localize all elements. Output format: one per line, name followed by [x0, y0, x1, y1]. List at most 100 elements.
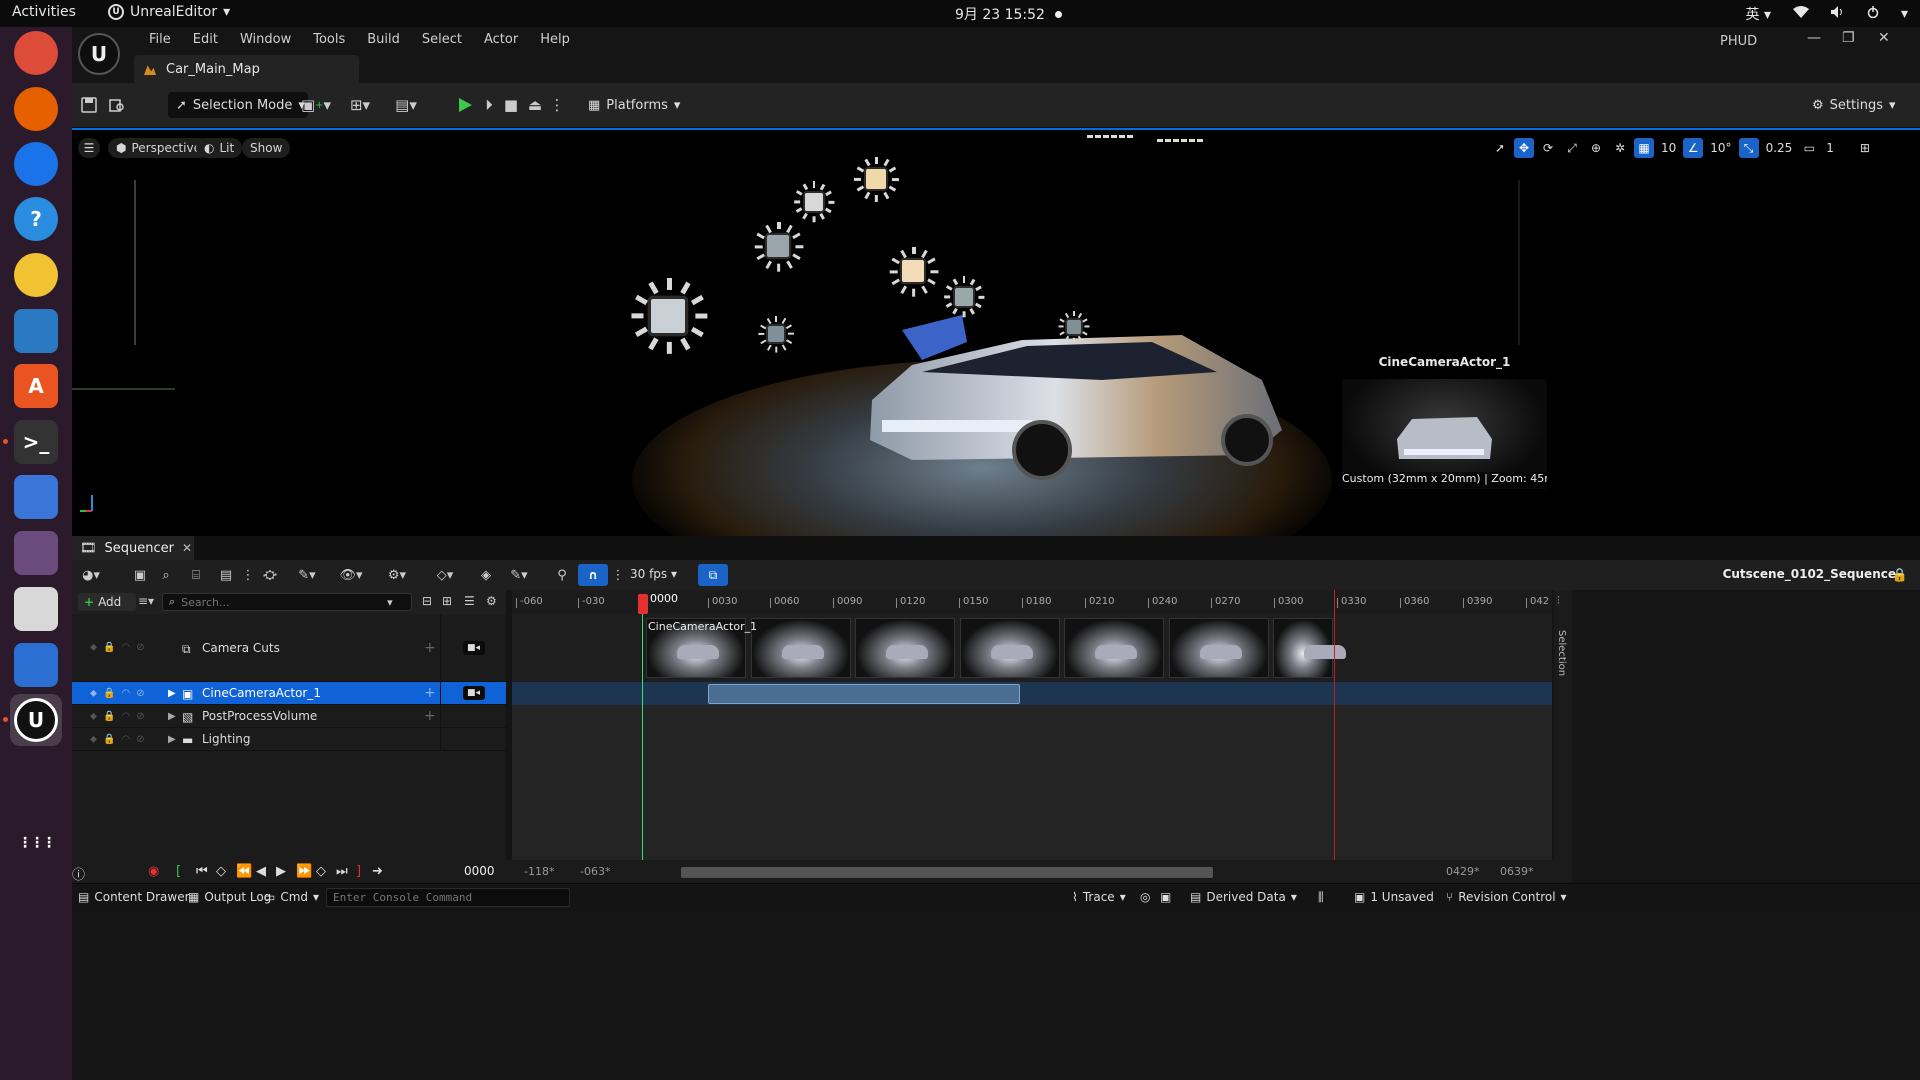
scale-snap-value[interactable]: 0.25	[1763, 141, 1796, 155]
add-icon[interactable]: +	[424, 685, 436, 701]
app-menu[interactable]: U UnrealEditor ▾	[108, 4, 230, 20]
save-icon[interactable]	[78, 94, 100, 116]
track-row-camera-cuts[interactable]: ⬥ 🔒 ◠ ⊘ ⧉ Camera Cuts + ■◂	[72, 614, 506, 682]
chevron-down-icon[interactable]: ▾	[1901, 6, 1908, 22]
list-icon[interactable]: ☰	[464, 594, 475, 608]
dock-item[interactable]	[10, 249, 62, 301]
platforms-dropdown[interactable]: ▦ Platforms ▾	[588, 92, 680, 118]
select-tool-icon[interactable]: ➚	[1490, 138, 1510, 158]
view-options-icon[interactable]: 👁▾	[336, 566, 366, 584]
input-method[interactable]: 英 ▾	[1745, 4, 1770, 24]
surface-snap-icon[interactable]: ✲	[1610, 138, 1630, 158]
sliders-icon[interactable]: ⫶	[1557, 594, 1560, 608]
show-button[interactable]: Show	[242, 138, 291, 158]
menu-edit[interactable]: Edit	[182, 32, 229, 47]
save-icon[interactable]: ▣	[130, 566, 150, 584]
fps-dropdown[interactable]: 30 fps ▾	[630, 567, 677, 581]
marker-icon[interactable]: ⚲	[552, 566, 572, 584]
headphones-icon[interactable]: ◠	[121, 734, 130, 745]
working-range-end[interactable]: 0429*	[1446, 865, 1480, 878]
unsaved-button[interactable]: ▣ 1 Unsaved	[1354, 890, 1434, 904]
restore-icon[interactable]: ❐	[1842, 30, 1855, 46]
light-gizmo-icon[interactable]	[752, 220, 805, 273]
pin-icon[interactable]: ⬥	[90, 711, 97, 722]
menu-select[interactable]: Select	[411, 32, 473, 47]
add-icon[interactable]: +	[424, 640, 436, 656]
pin-icon[interactable]: ⬥	[90, 642, 97, 653]
dock-item[interactable]: ⋮⋮⋮	[10, 817, 62, 869]
blueprint-icon[interactable]: ⊞▾	[342, 94, 378, 116]
light-gizmo-icon[interactable]	[1057, 310, 1091, 344]
dock-item[interactable]	[10, 639, 62, 691]
next-key-icon[interactable]: ◇	[316, 864, 326, 879]
level-viewport[interactable]: ☰ ⬢ Perspective ◐ Lit Show ➚ ✥ ⟳ ⤢ ⊕ ✲ ▦…	[72, 128, 1920, 536]
tools-icon[interactable]: ✎▾	[292, 566, 322, 584]
world-space-icon[interactable]: ⊕	[1586, 138, 1606, 158]
lock-icon[interactable]: 🔒	[1890, 566, 1910, 584]
pin-icon[interactable]: ⬥	[90, 734, 97, 745]
loop-icon[interactable]: ➜	[372, 864, 383, 879]
current-frame[interactable]: 0000	[464, 864, 495, 878]
menu-actor[interactable]: Actor	[473, 32, 529, 47]
minimize-icon[interactable]: —	[1807, 30, 1821, 46]
headphones-icon[interactable]: ◠	[121, 688, 130, 699]
grid-snap-value[interactable]: 10	[1658, 141, 1679, 155]
play-button[interactable]	[454, 94, 476, 116]
revision-control-dropdown[interactable]: ⑂ Revision Control ▾	[1446, 890, 1567, 904]
expand-icon[interactable]: ⊞	[442, 594, 452, 608]
browse-icon[interactable]: ⌕	[156, 566, 176, 584]
dock-item[interactable]	[10, 471, 62, 523]
clock[interactable]: 9月 23 15:52	[955, 4, 1062, 24]
step-forward-icon[interactable]: ⏵	[478, 94, 500, 116]
playback-end-marker[interactable]	[1334, 590, 1335, 860]
timeline-scrollbar[interactable]	[681, 867, 1213, 878]
menu-tools[interactable]: Tools	[302, 32, 356, 47]
add-actor-icon[interactable]: ▣ + ▾	[298, 94, 334, 116]
selection-tab[interactable]: Selection	[1556, 630, 1567, 676]
rotate-tool-icon[interactable]: ⟳	[1538, 138, 1558, 158]
sequencer-timeline[interactable]: -060 -030 0030 0060 0090 0120 0150 0180 0210 0240…	[512, 590, 1552, 860]
headphones-icon[interactable]: ◠	[121, 642, 130, 653]
edit-icon[interactable]: ✎▾	[504, 566, 534, 584]
render-icon[interactable]: ⌸	[186, 566, 206, 584]
light-gizmo-icon[interactable]	[852, 155, 900, 203]
view-range-end[interactable]: 0639*	[1500, 865, 1534, 878]
selection-mode-dropdown[interactable]: ➚ Selection Mode ▾	[168, 92, 308, 118]
clapboard-icon[interactable]: ▤	[216, 566, 236, 584]
console-input[interactable]	[327, 889, 569, 906]
dock-item[interactable]	[10, 27, 62, 79]
snapshot-icon[interactable]: ▣	[1160, 890, 1171, 904]
volume-icon[interactable]	[1830, 6, 1845, 22]
cmd-dropdown[interactable]: ▭ Cmd ▾	[264, 890, 319, 904]
dock-item[interactable]: U	[10, 694, 62, 746]
playback-options-icon[interactable]: ⚙▾	[382, 566, 412, 584]
pin-icon[interactable]: ⬥	[90, 688, 97, 699]
gear-icon[interactable]: ⚙	[486, 594, 497, 608]
expand-arrow-icon[interactable]: ▶	[168, 688, 176, 699]
more-options-icon[interactable]: ⋮	[608, 566, 628, 584]
layout-icon[interactable]: ⊞	[1855, 138, 1875, 158]
settings-dropdown[interactable]: ⚙ Settings ▾	[1812, 92, 1896, 118]
record-icon[interactable]: ◉	[148, 864, 159, 879]
lock-icon[interactable]: 🔒	[103, 734, 115, 745]
disable-icon[interactable]: ⊘	[136, 642, 144, 653]
curve-editor-icon[interactable]: ⧉	[698, 564, 728, 586]
menu-help[interactable]: Help	[529, 32, 581, 47]
collapse-icon[interactable]: ⊟	[422, 594, 432, 608]
light-gizmo-icon[interactable]	[887, 245, 940, 298]
camera-section[interactable]	[708, 684, 1020, 704]
dock-item[interactable]	[10, 83, 62, 135]
lock-icon[interactable]: 🔒	[103, 642, 115, 653]
expand-arrow-icon[interactable]: ▶	[168, 734, 176, 745]
next-frame-icon[interactable]: ⏩	[296, 864, 312, 879]
rotate-snap-value[interactable]: 10°	[1707, 141, 1734, 155]
output-log-button[interactable]: ▦ Output Log	[188, 890, 271, 904]
play-reverse-icon[interactable]: ◀	[256, 864, 266, 879]
info-icon[interactable]: ⓘ	[72, 864, 85, 883]
dock-item[interactable]	[10, 583, 62, 635]
perspective-button[interactable]: ⬢ Perspective	[108, 138, 209, 158]
eject-icon[interactable]: ⏏	[524, 94, 546, 116]
jump-start-icon[interactable]: ⏮	[196, 864, 208, 879]
set-end-icon[interactable]: ]	[356, 864, 361, 879]
more-options-icon[interactable]: ⋮	[238, 566, 258, 584]
